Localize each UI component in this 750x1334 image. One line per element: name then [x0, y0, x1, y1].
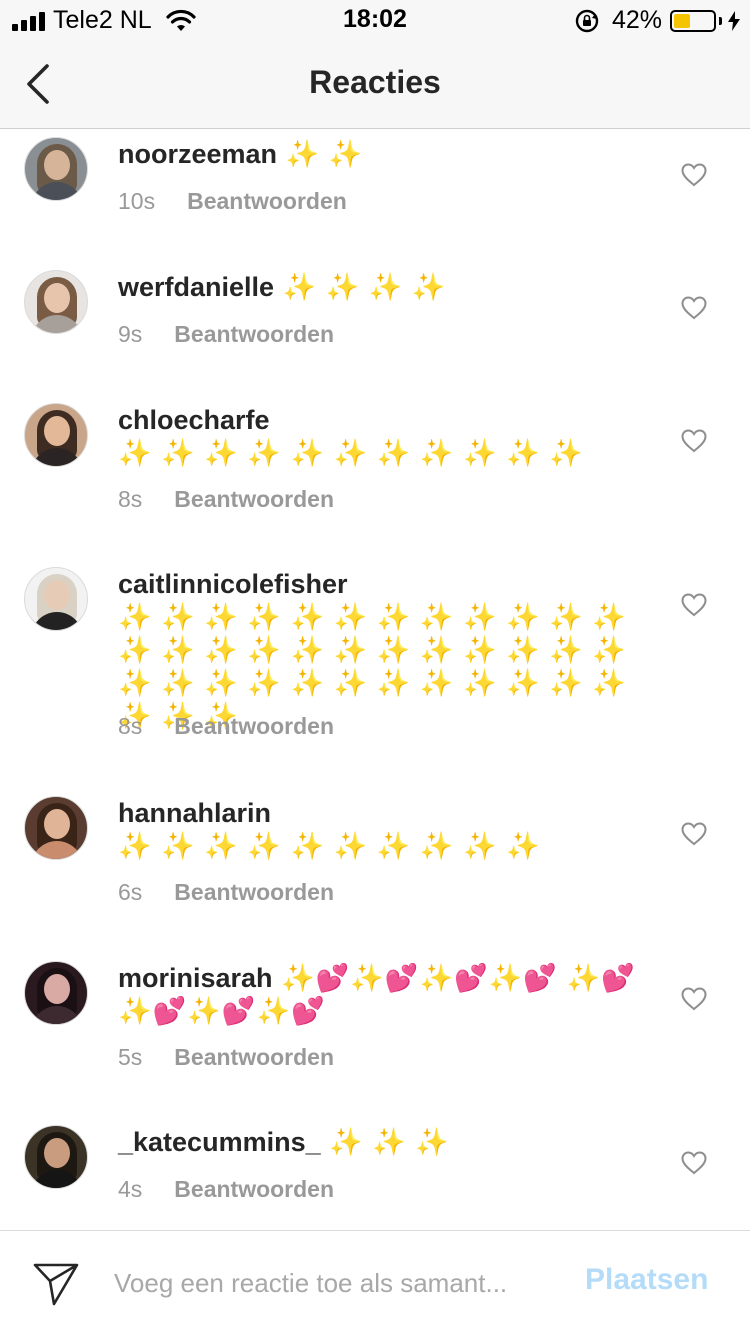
- comment-body: ✨ ✨: [277, 139, 364, 169]
- comment-username[interactable]: werfdanielle: [118, 272, 274, 302]
- battery-icon: [670, 9, 716, 32]
- comment-time: 4s: [118, 1176, 143, 1202]
- avatar[interactable]: [24, 403, 88, 467]
- comment-time: 6s: [118, 879, 143, 905]
- heart-icon[interactable]: [681, 822, 707, 846]
- rotation-lock-icon: [575, 9, 599, 32]
- battery-nub: [719, 16, 722, 25]
- avatar[interactable]: [24, 567, 88, 631]
- heart-icon[interactable]: [681, 429, 707, 453]
- page-title: Reacties: [309, 64, 441, 100]
- post-button[interactable]: Plaatsen: [585, 1263, 708, 1297]
- avatar[interactable]: [24, 270, 88, 334]
- comment-text: noorzeeman ✨ ✨: [118, 138, 658, 171]
- comment-time: 8s: [118, 713, 143, 739]
- paper-plane-icon[interactable]: [32, 1261, 80, 1307]
- comment-body: ✨ ✨ ✨: [320, 1127, 450, 1157]
- status-bar: Tele2 NL 18:02 42%: [0, 0, 750, 40]
- battery-percent: 42%: [611, 6, 662, 34]
- comment-text: morinisarah ✨💕✨💕✨💕✨💕 ✨💕✨💕✨💕✨💕: [118, 962, 658, 1028]
- heart-icon[interactable]: [681, 1151, 707, 1175]
- comment-time: 10s: [118, 188, 156, 214]
- comment-username[interactable]: morinisarah: [118, 963, 273, 993]
- comment-time: 9s: [118, 321, 143, 347]
- comment-text: caitlinnicolefisher ✨ ✨ ✨ ✨ ✨ ✨ ✨ ✨ ✨ ✨ ✨…: [118, 568, 658, 733]
- comment-time: 8s: [118, 486, 143, 512]
- comment-text: werfdanielle ✨ ✨ ✨ ✨: [118, 271, 658, 304]
- comment-body: ✨ ✨ ✨ ✨ ✨ ✨ ✨ ✨ ✨ ✨ ✨: [118, 438, 584, 468]
- reply-button[interactable]: Beantwoorden: [174, 486, 334, 513]
- heart-icon[interactable]: [681, 987, 707, 1011]
- comment-username[interactable]: noorzeeman: [118, 139, 277, 169]
- reply-button[interactable]: Beantwoorden: [187, 188, 347, 215]
- status-right: 42%: [574, 6, 740, 35]
- comment-username[interactable]: caitlinnicolefisher: [118, 569, 348, 599]
- reply-button[interactable]: Beantwoorden: [174, 879, 334, 906]
- comment-meta: 4s Beantwoorden: [118, 1176, 334, 1203]
- comment-body: ✨ ✨ ✨ ✨ ✨ ✨ ✨ ✨ ✨ ✨: [118, 831, 541, 861]
- comment-meta: 6s Beantwoorden: [118, 879, 334, 906]
- heart-icon[interactable]: [681, 163, 707, 187]
- charging-bolt-icon: [728, 10, 740, 31]
- nav-bar: Reacties: [0, 40, 750, 129]
- comment-body: ✨ ✨ ✨ ✨: [274, 272, 447, 302]
- comment-time: 5s: [118, 1044, 143, 1070]
- comment-meta: 10s Beantwoorden: [118, 188, 347, 215]
- battery-level: [674, 13, 690, 28]
- reply-button[interactable]: Beantwoorden: [174, 713, 334, 740]
- comment-username[interactable]: _katecummins_: [118, 1127, 321, 1157]
- heart-icon[interactable]: [681, 296, 707, 320]
- comment-username[interactable]: chloecharfe: [118, 405, 270, 435]
- comment-input[interactable]: [114, 1261, 554, 1305]
- comment-text: hannahlarin ✨ ✨ ✨ ✨ ✨ ✨ ✨ ✨ ✨ ✨: [118, 797, 658, 863]
- comment-meta: 8s Beantwoorden: [118, 713, 334, 740]
- reply-button[interactable]: Beantwoorden: [174, 1044, 334, 1071]
- comment-composer: Plaatsen: [0, 1230, 750, 1334]
- avatar[interactable]: [24, 796, 88, 860]
- comment-text: _katecummins_ ✨ ✨ ✨: [118, 1126, 658, 1159]
- reply-button[interactable]: Beantwoorden: [174, 321, 334, 348]
- comment-meta: 9s Beantwoorden: [118, 321, 334, 348]
- comment-meta: 5s Beantwoorden: [118, 1044, 334, 1071]
- avatar[interactable]: [24, 961, 88, 1025]
- comment-meta: 8s Beantwoorden: [118, 486, 334, 513]
- avatar[interactable]: [24, 1125, 88, 1189]
- avatar[interactable]: [24, 137, 88, 201]
- comment-body: ✨ ✨ ✨ ✨ ✨ ✨ ✨ ✨ ✨ ✨ ✨ ✨ ✨ ✨ ✨ ✨ ✨ ✨ ✨ ✨ …: [118, 602, 627, 731]
- heart-icon[interactable]: [681, 593, 707, 617]
- reply-button[interactable]: Beantwoorden: [174, 1176, 334, 1203]
- comment-text: chloecharfe ✨ ✨ ✨ ✨ ✨ ✨ ✨ ✨ ✨ ✨ ✨: [118, 404, 658, 470]
- comment-username[interactable]: hannahlarin: [118, 798, 271, 828]
